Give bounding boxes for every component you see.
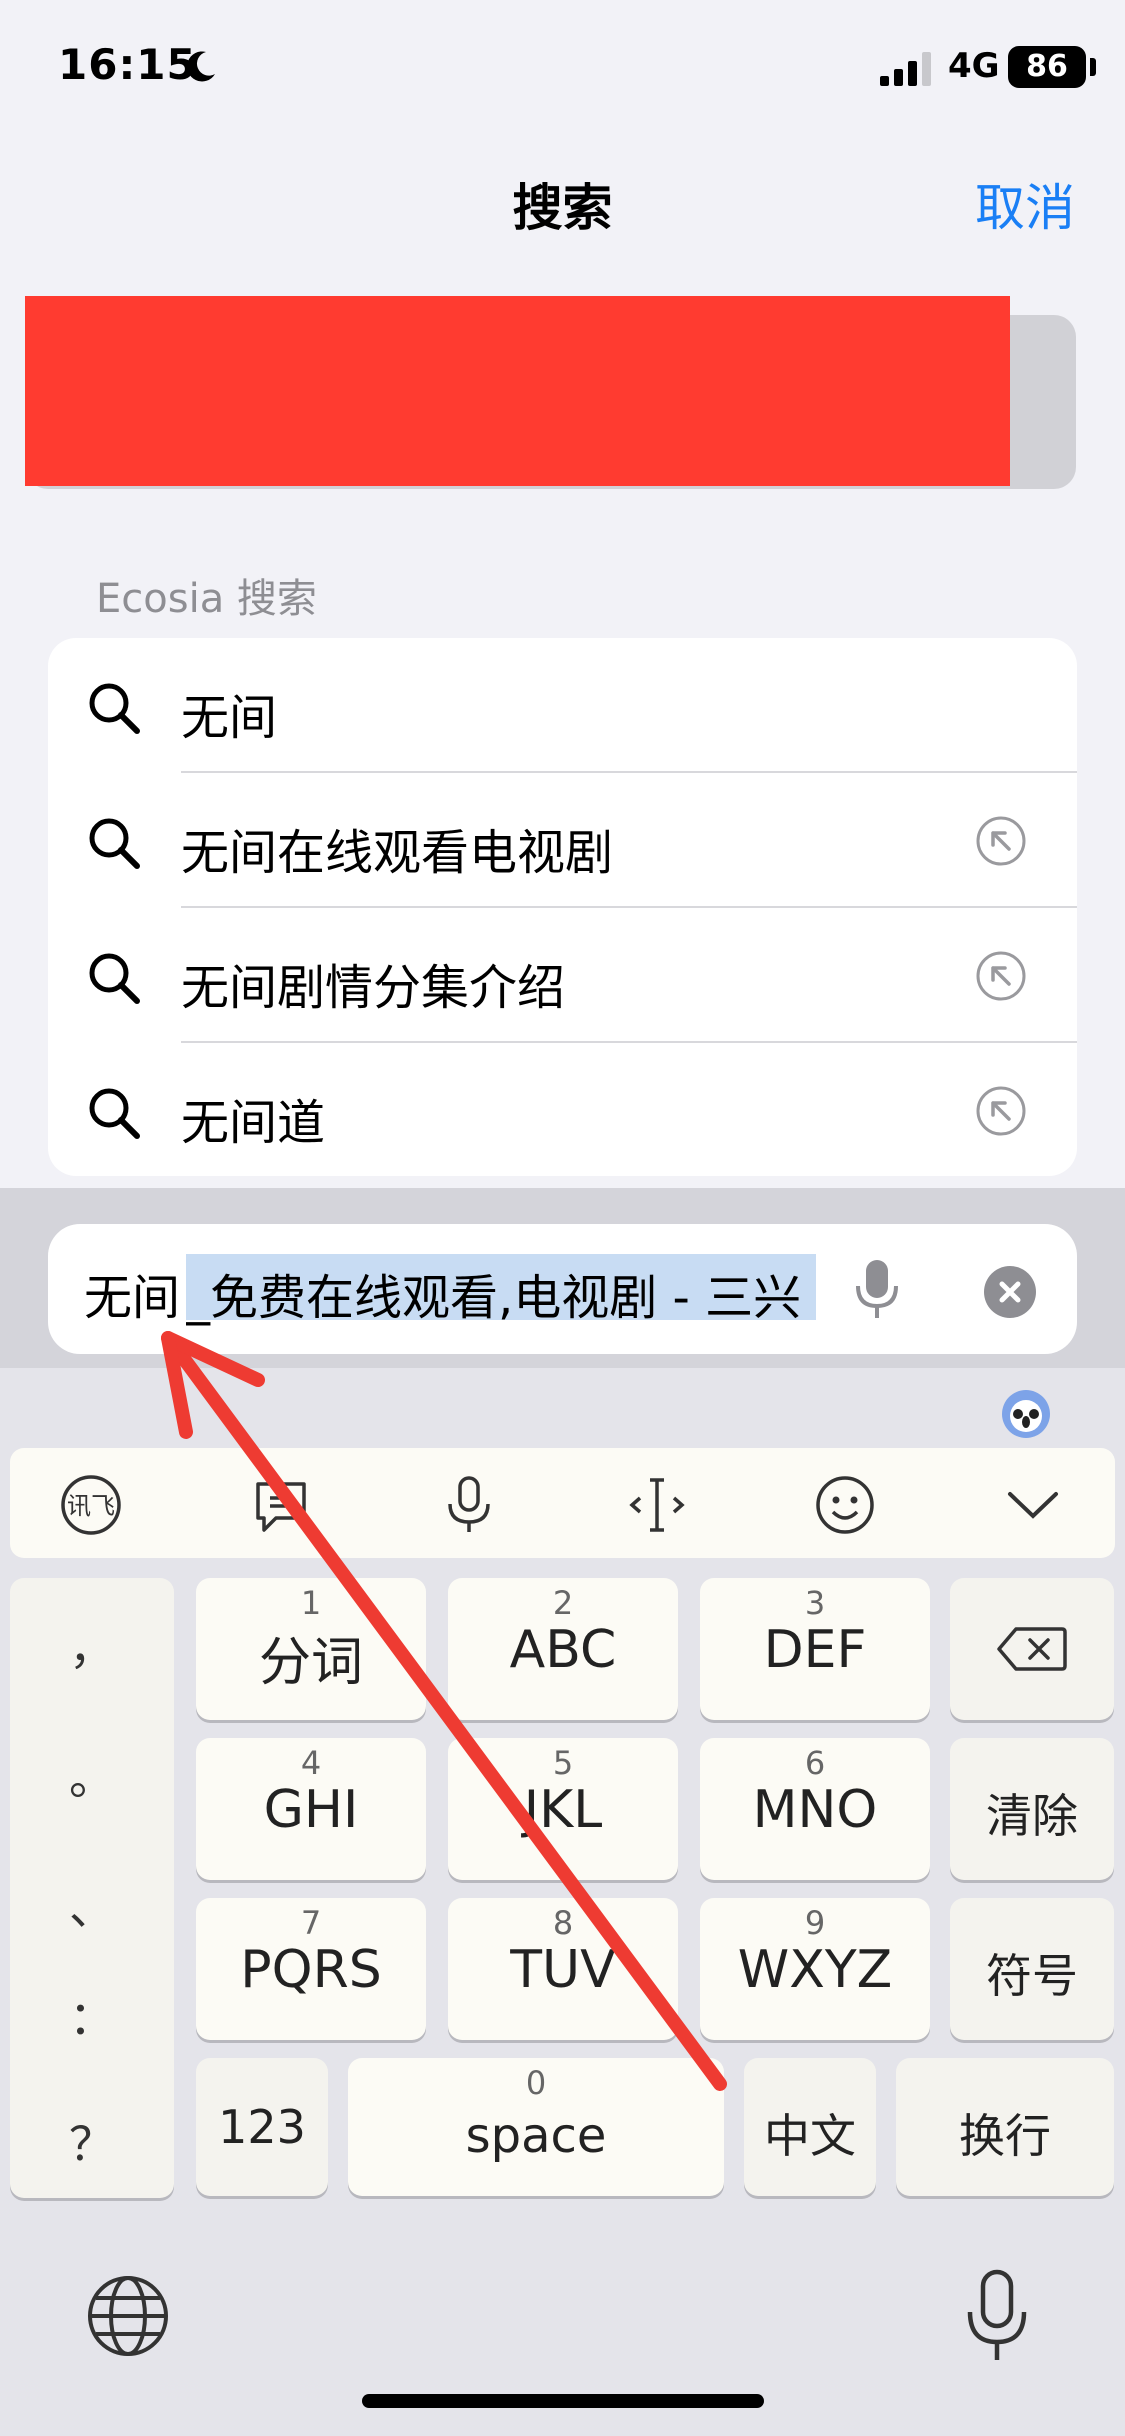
clear-key[interactable]: 清除 xyxy=(950,1738,1114,1880)
key-label: GHI xyxy=(263,1780,359,1840)
status-time: 16:15 xyxy=(58,40,197,89)
suggestion-text: 无间 xyxy=(181,690,278,746)
delete-key[interactable] xyxy=(950,1578,1114,1720)
key-label: 符号 xyxy=(986,1949,1078,2003)
key-label: WXYZ xyxy=(737,1940,893,2000)
key-num: 8 xyxy=(552,1904,574,1942)
svg-text:讯飞: 讯飞 xyxy=(67,1492,115,1520)
fill-arrow-icon[interactable] xyxy=(975,950,1027,1002)
key-label: MNO xyxy=(752,1780,878,1840)
battery-level: 86 xyxy=(1008,46,1086,88)
key-label: 换行 xyxy=(959,2109,1051,2163)
key-5[interactable]: 5 JKL xyxy=(448,1738,678,1880)
search-icon xyxy=(89,818,140,869)
suggestion-text: 无间在线观看电视剧 xyxy=(181,825,614,881)
key-8[interactable]: 8 TUV xyxy=(448,1898,678,2040)
key-num: 6 xyxy=(804,1744,826,1782)
key-label: 清除 xyxy=(986,1789,1078,1843)
search-input-autocomplete: _免费在线观看,电视剧 - 三兴 xyxy=(186,1270,802,1326)
key-num: 3 xyxy=(804,1584,826,1622)
keyboard-mascot-icon[interactable] xyxy=(998,1384,1054,1440)
key-num: 9 xyxy=(804,1904,826,1942)
key-label: ABC xyxy=(509,1620,617,1680)
key-7[interactable]: 7 PQRS xyxy=(196,1898,426,2040)
suggestion-item[interactable]: 无间道 xyxy=(48,1043,1077,1176)
punct-key-colon[interactable]: ： xyxy=(10,1982,174,2048)
num-mode-key[interactable]: 123 xyxy=(196,2058,328,2196)
key-2[interactable]: 2 ABC xyxy=(448,1578,678,1720)
voice-icon[interactable] xyxy=(434,1470,504,1540)
fill-arrow-icon[interactable] xyxy=(975,1085,1027,1137)
key-num: 5 xyxy=(552,1744,574,1782)
search-input-typed: 无间 xyxy=(84,1270,181,1326)
redaction-block xyxy=(25,296,1010,486)
key-label: JKL xyxy=(523,1780,603,1840)
lang-switch-key[interactable]: 中文 xyxy=(744,2058,876,2196)
return-key[interactable]: 换行 xyxy=(896,2058,1114,2196)
key-label: PQRS xyxy=(240,1940,382,2000)
key-label: DEF xyxy=(763,1620,867,1680)
suggestion-item[interactable]: 无间在线观看电视剧 xyxy=(48,773,1077,908)
search-icon xyxy=(89,953,140,1004)
space-key[interactable]: 0 space xyxy=(348,2058,724,2196)
network-label: 4G xyxy=(948,46,1000,86)
key-label: 分词 xyxy=(258,1633,363,1693)
punct-key-comma[interactable]: ， xyxy=(10,1612,174,1678)
search-icon xyxy=(89,683,140,734)
moon-icon xyxy=(187,51,215,82)
key-1[interactable]: 1 分词 xyxy=(196,1578,426,1720)
keyboard-toolbar xyxy=(10,1448,1115,1558)
ime-logo-icon[interactable]: 讯飞 xyxy=(56,1470,126,1540)
backspace-icon xyxy=(997,1627,1067,1671)
search-icon xyxy=(89,1088,140,1139)
key-3[interactable]: 3 DEF xyxy=(700,1578,930,1720)
key-num: 2 xyxy=(552,1584,574,1622)
suggestion-list: 无间 无间在线观看电视剧 无间剧情分集介绍 无间道 xyxy=(48,638,1077,1176)
key-9[interactable]: 9 WXYZ xyxy=(700,1898,930,2040)
battery-tip xyxy=(1090,58,1096,76)
key-num: 1 xyxy=(300,1584,322,1622)
chevron-down-icon[interactable] xyxy=(998,1470,1068,1540)
suggestion-item[interactable]: 无间剧情分集介绍 xyxy=(48,908,1077,1043)
punct-key-period[interactable]: 。 xyxy=(10,1742,174,1808)
key-label: space xyxy=(465,2108,607,2164)
chat-icon[interactable] xyxy=(246,1470,316,1540)
clear-input-icon[interactable] xyxy=(984,1266,1036,1318)
key-num: 4 xyxy=(300,1744,322,1782)
suggestion-text: 无间道 xyxy=(181,1095,326,1151)
microphone-icon[interactable] xyxy=(852,1258,902,1320)
cursor-icon[interactable] xyxy=(622,1470,692,1540)
key-label: 中文 xyxy=(764,2109,856,2163)
key-num: 7 xyxy=(300,1904,322,1942)
cancel-button[interactable]: 取消 xyxy=(975,168,1075,240)
suggestion-text: 无间剧情分集介绍 xyxy=(181,960,566,1016)
signal-icon xyxy=(880,52,931,86)
dictation-microphone-icon[interactable] xyxy=(962,2268,1032,2364)
key-4[interactable]: 4 GHI xyxy=(196,1738,426,1880)
punct-key-question[interactable]: ？ xyxy=(10,2108,174,2174)
symbols-key[interactable]: 符号 xyxy=(950,1898,1114,2040)
page-title: 搜索 xyxy=(512,179,613,237)
globe-icon[interactable] xyxy=(84,2272,172,2360)
key-num: 0 xyxy=(525,2064,547,2102)
key-label: 123 xyxy=(218,2100,306,2154)
emoji-icon[interactable] xyxy=(810,1470,880,1540)
home-indicator xyxy=(362,2394,764,2408)
key-label: TUV xyxy=(510,1940,616,2000)
suggestion-item[interactable]: 无间 xyxy=(48,638,1077,773)
section-label: Ecosia 搜索 xyxy=(96,576,317,622)
fill-arrow-icon[interactable] xyxy=(975,815,1027,867)
punct-key-dunhao[interactable]: 、 xyxy=(10,1872,174,1938)
key-6[interactable]: 6 MNO xyxy=(700,1738,930,1880)
